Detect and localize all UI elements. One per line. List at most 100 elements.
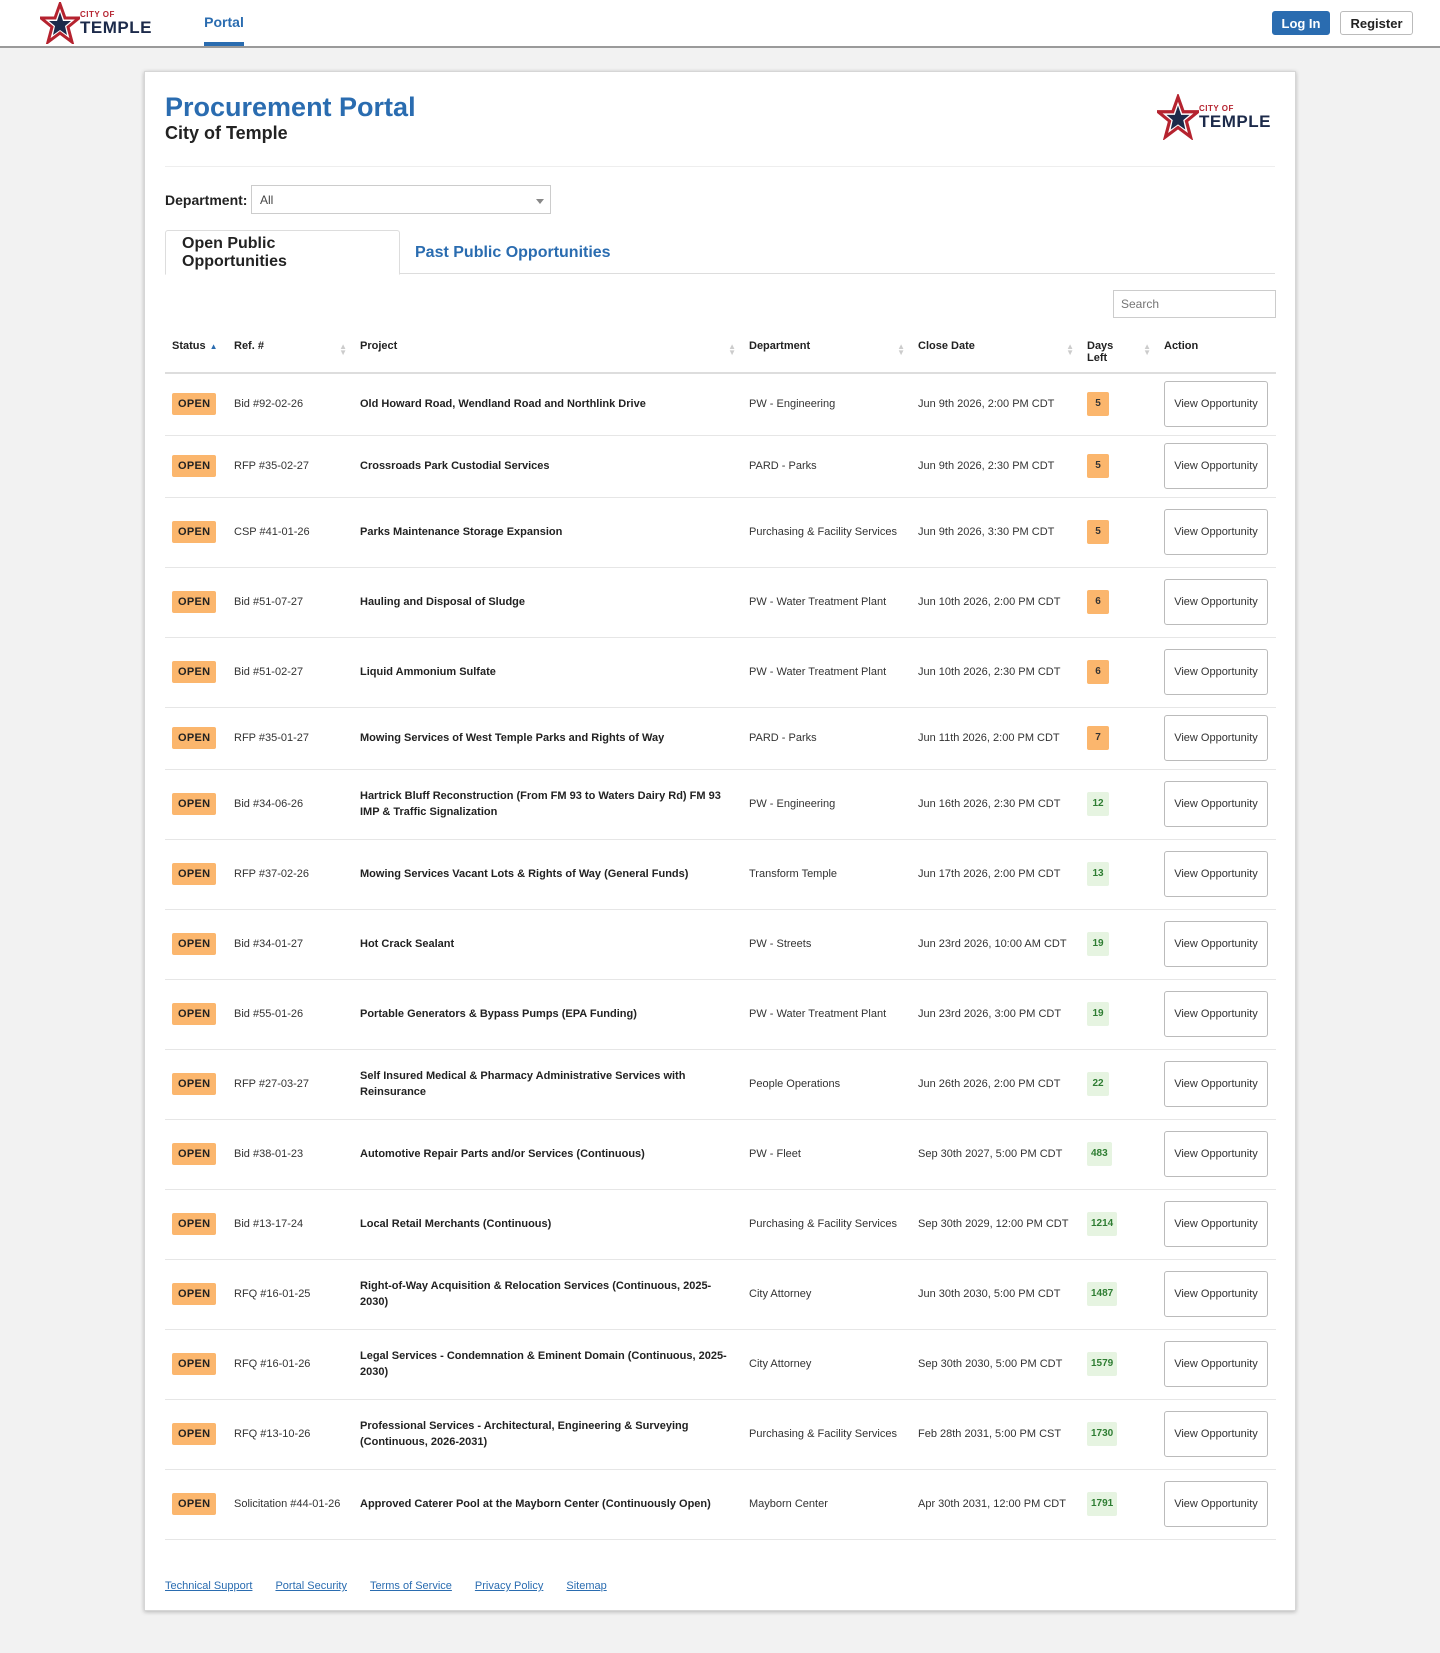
status-badge: OPEN [172, 793, 217, 815]
nav-tab-portal[interactable]: Portal [204, 0, 244, 46]
city-logo[interactable]: CITY OF TEMPLE [40, 2, 152, 44]
days-left-badge: 1214 [1087, 1212, 1118, 1236]
table-row: OPEN CSP #41-01-26 Parks Maintenance Stora… [165, 497, 1276, 567]
header-logo: CITY OF TEMPLE [1157, 94, 1271, 140]
days-left-badge: 1487 [1087, 1282, 1118, 1306]
footer-link-sitemap[interactable]: Sitemap [566, 1580, 606, 1592]
status-badge: OPEN [172, 1143, 217, 1165]
footer-link-portal-security[interactable]: Portal Security [275, 1580, 347, 1592]
department-label: Department: [165, 192, 248, 208]
status-cell: OPEN [165, 567, 227, 637]
close-date-cell: Jun 10th 2026, 2:00 PM CDT [918, 596, 1061, 608]
department-select[interactable]: All [251, 185, 551, 214]
action-cell: View Opportunity [1157, 637, 1276, 707]
tab-past-opportunities[interactable]: Past Public Opportunities [399, 230, 627, 275]
days-left-badge: 13 [1087, 862, 1109, 886]
days-left-cell: 12 [1080, 769, 1157, 839]
days-left-cell: 7 [1080, 707, 1157, 769]
department-cell: Purchasing & Facility Services [749, 526, 897, 538]
close-date-cell: Sep 30th 2029, 12:00 PM CDT [918, 1218, 1069, 1230]
project-cell: Automotive Repair Parts and/or Services … [360, 1148, 645, 1160]
status-cell: OPEN [165, 1399, 227, 1469]
days-left-badge: 5 [1087, 454, 1109, 478]
table-row: OPEN Bid #55-01-26 Portable Generators & B… [165, 979, 1276, 1049]
project-cell: Liquid Ammonium Sulfate [360, 666, 496, 678]
column-header-close-date[interactable]: Close Date ▲ ▼ [911, 328, 1080, 374]
table-row: OPEN Bid #13-17-24 Local Retail Merchants … [165, 1189, 1276, 1259]
column-header-department[interactable]: Department ▲ ▼ [742, 328, 911, 374]
tab-open-opportunities[interactable]: Open Public Opportunities [165, 230, 400, 275]
view-opportunity-button[interactable]: View Opportunity [1164, 1341, 1268, 1387]
table-row: OPEN Bid #34-01-27 Hot Crack Sealant PW - S… [165, 909, 1276, 979]
days-left-cell: 1214 [1080, 1189, 1157, 1259]
view-opportunity-button[interactable]: View Opportunity [1164, 1271, 1268, 1317]
days-left-cell: 13 [1080, 839, 1157, 909]
top-nav-bar: CITY OF TEMPLE Portal Log In Register [0, 0, 1440, 48]
footer-link-privacy-policy[interactable]: Privacy Policy [475, 1580, 543, 1592]
column-header-project[interactable]: Project ▲ ▼ [353, 328, 742, 374]
department-cell: PW - Engineering [749, 798, 836, 810]
status-badge: OPEN [172, 393, 217, 416]
footer-link-technical-support[interactable]: Technical Support [165, 1580, 252, 1592]
view-opportunity-button[interactable]: View Opportunity [1164, 1061, 1268, 1107]
view-opportunity-button[interactable]: View Opportunity [1164, 991, 1268, 1037]
view-opportunity-button[interactable]: View Opportunity [1164, 851, 1268, 897]
search-input[interactable] [1113, 290, 1276, 318]
days-left-cell: 1730 [1080, 1399, 1157, 1469]
table-row: OPEN RFP #35-02-27 Crossroads Park Custodi… [165, 435, 1276, 497]
status-badge: OPEN [172, 727, 217, 749]
action-cell: View Opportunity [1157, 1469, 1276, 1539]
table-row: OPEN Bid #51-07-27 Hauling and Disposal of… [165, 567, 1276, 637]
sort-icon: ▲ ▼ [728, 342, 736, 357]
close-date-cell: Jun 26th 2026, 2:00 PM CDT [918, 1078, 1061, 1090]
view-opportunity-button[interactable]: View Opportunity [1164, 1131, 1268, 1177]
status-badge: OPEN [172, 1003, 217, 1025]
ref-cell: CSP #41-01-26 [234, 526, 310, 538]
table-row: OPEN Bid #51-02-27 Liquid Ammonium Sulfate… [165, 637, 1276, 707]
action-cell: View Opportunity [1157, 1259, 1276, 1329]
column-header-status[interactable]: Status ▲ [165, 328, 227, 374]
view-opportunity-button[interactable]: View Opportunity [1164, 921, 1268, 967]
view-opportunity-button[interactable]: View Opportunity [1164, 649, 1268, 695]
logo-name-text: TEMPLE [80, 17, 152, 37]
project-cell: Hartrick Bluff Reconstruction (From FM 9… [360, 790, 721, 818]
register-button[interactable]: Register [1340, 11, 1413, 35]
action-cell: View Opportunity [1157, 769, 1276, 839]
view-opportunity-button[interactable]: View Opportunity [1164, 443, 1268, 489]
ref-cell: RFQ #13-10-26 [234, 1428, 311, 1440]
view-opportunity-button[interactable]: View Opportunity [1164, 1201, 1268, 1247]
view-opportunity-button[interactable]: View Opportunity [1164, 381, 1268, 428]
ref-cell: Bid #51-07-27 [234, 596, 304, 608]
status-cell: OPEN [165, 497, 227, 567]
status-badge: OPEN [172, 1353, 217, 1375]
close-date-cell: Jun 17th 2026, 2:00 PM CDT [918, 868, 1061, 880]
footer-link-terms-of-service[interactable]: Terms of Service [370, 1580, 452, 1592]
view-opportunity-button[interactable]: View Opportunity [1164, 579, 1268, 625]
table-row: OPEN RFQ #13-10-26 Professional Services -… [165, 1399, 1276, 1469]
days-left-badge: 12 [1087, 792, 1109, 816]
days-left-cell: 1487 [1080, 1259, 1157, 1329]
table-row: OPEN RFP #37-02-26 Mowing Services Vacant … [165, 839, 1276, 909]
days-left-cell: 5 [1080, 373, 1157, 435]
view-opportunity-button[interactable]: View Opportunity [1164, 781, 1268, 827]
column-header-days-left[interactable]: Days Left ▲ ▼ [1080, 328, 1157, 374]
action-cell: View Opportunity [1157, 1329, 1276, 1399]
sort-icon: ▲ ▼ [339, 342, 347, 357]
action-cell: View Opportunity [1157, 707, 1276, 769]
days-left-badge: 22 [1087, 1072, 1109, 1096]
days-left-badge: 483 [1087, 1142, 1112, 1166]
sort-asc-icon: ▲ [209, 342, 218, 351]
close-date-cell: Jun 23rd 2026, 10:00 AM CDT [918, 938, 1067, 950]
view-opportunity-button[interactable]: View Opportunity [1164, 1481, 1268, 1527]
view-opportunity-button[interactable]: View Opportunity [1164, 715, 1268, 761]
days-left-badge: 6 [1087, 660, 1109, 684]
column-header-ref[interactable]: Ref. # ▲ ▼ [227, 328, 353, 374]
department-cell: PARD - Parks [749, 460, 817, 472]
login-button[interactable]: Log In [1272, 11, 1330, 35]
main-card: Procurement Portal City of Temple CITY O… [144, 71, 1296, 1611]
table-row: OPEN RFP #35-01-27 Mowing Services of West… [165, 707, 1276, 769]
view-opportunity-button[interactable]: View Opportunity [1164, 1411, 1268, 1457]
view-opportunity-button[interactable]: View Opportunity [1164, 509, 1268, 555]
days-left-cell: 1791 [1080, 1469, 1157, 1539]
ref-cell: Bid #38-01-23 [234, 1148, 304, 1160]
